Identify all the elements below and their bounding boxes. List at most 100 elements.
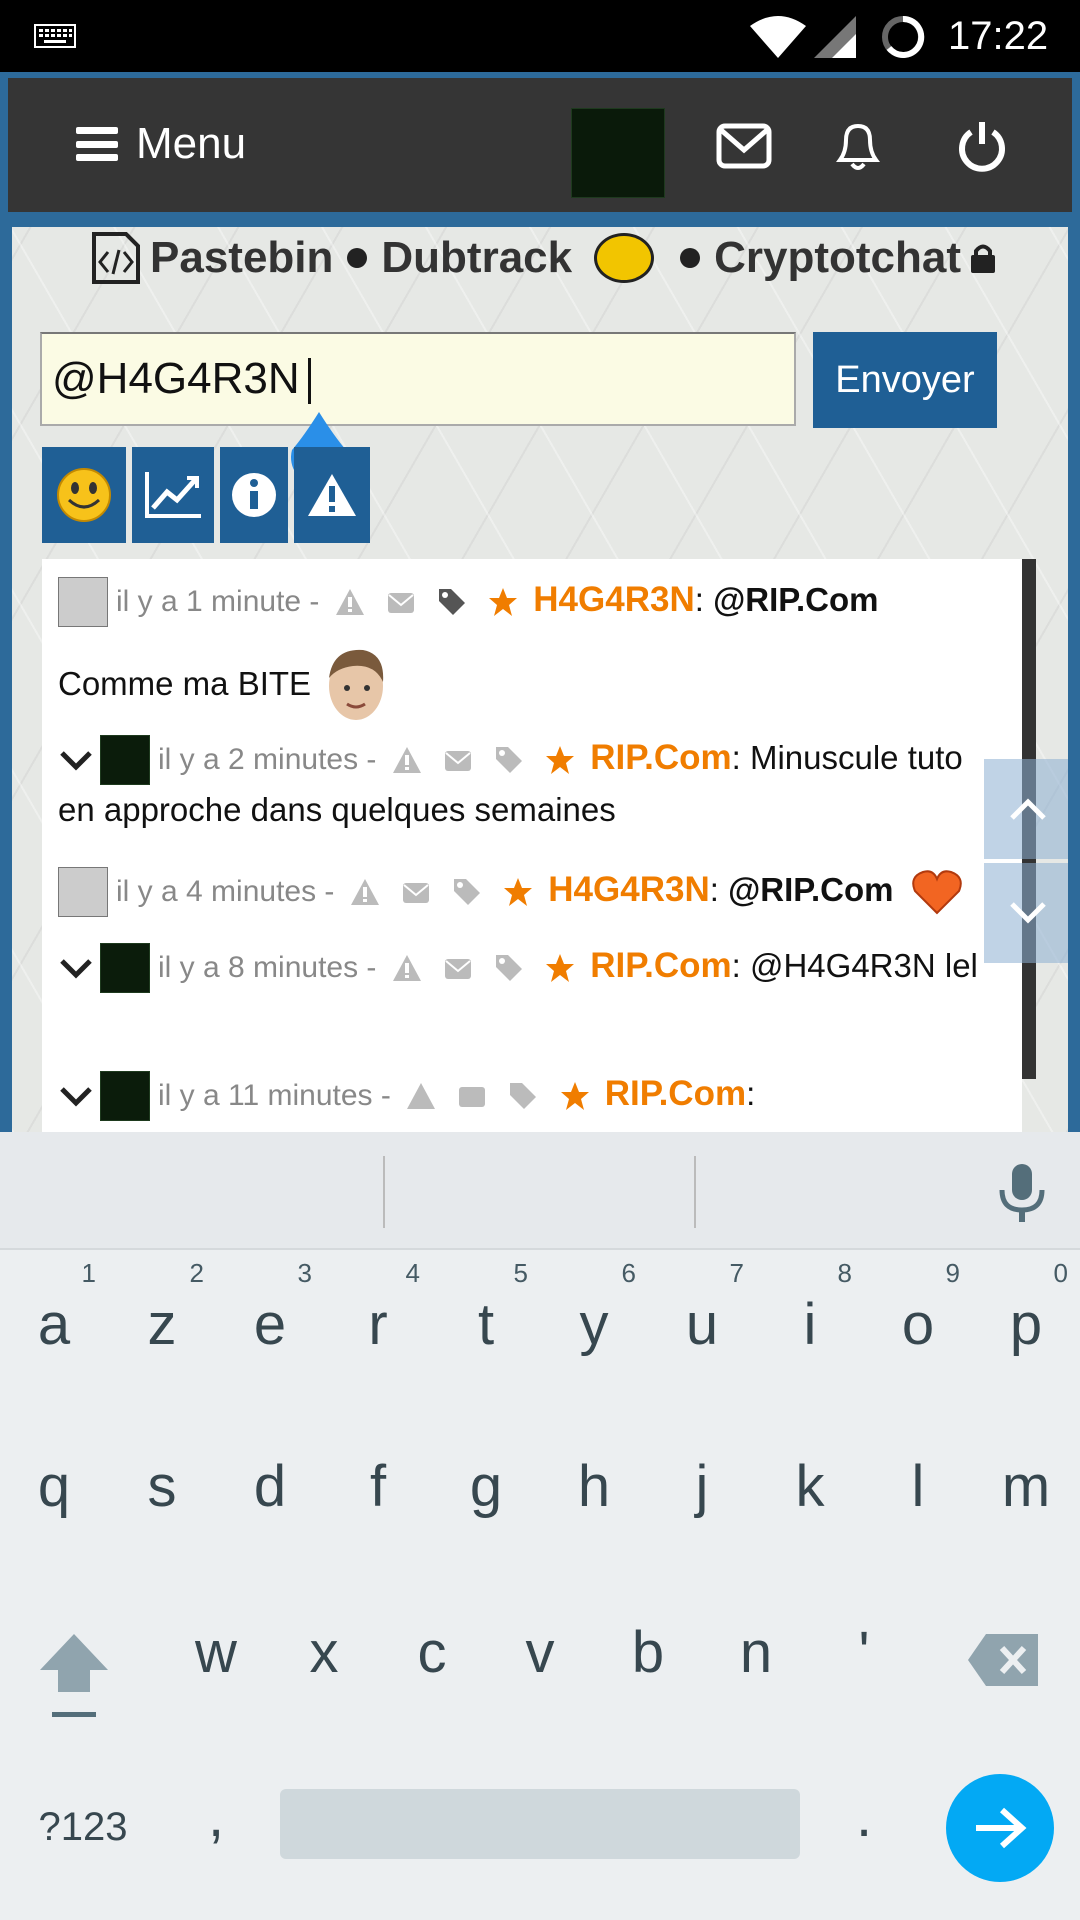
- warning-icon[interactable]: [350, 877, 380, 907]
- key-label: e: [253, 1292, 287, 1357]
- bell-icon[interactable]: [830, 120, 886, 172]
- key-f[interactable]: f: [324, 1412, 432, 1562]
- chevron-down-icon[interactable]: [58, 953, 94, 983]
- mail-icon[interactable]: [386, 587, 416, 617]
- scroll-down-button[interactable]: [984, 863, 1068, 963]
- cryptotchat-link[interactable]: Cryptotchat: [714, 233, 961, 283]
- chart-icon: [145, 472, 201, 518]
- key-w[interactable]: w: [162, 1578, 270, 1728]
- keyboard-icon: [34, 24, 76, 48]
- chevron-down-icon[interactable]: [58, 745, 94, 775]
- microphone-icon[interactable]: [996, 1162, 1048, 1224]
- symbols-key[interactable]: ?123: [28, 1752, 138, 1902]
- avatar[interactable]: [58, 867, 108, 918]
- key-l[interactable]: l: [864, 1412, 972, 1562]
- key-x[interactable]: x: [270, 1578, 378, 1728]
- key-hint: 6: [621, 1258, 636, 1288]
- tag-icon[interactable]: [452, 877, 482, 907]
- space-key[interactable]: [280, 1789, 800, 1859]
- enter-key[interactable]: [946, 1774, 1054, 1882]
- chat-messages: il y a 1 minute - H4G4R3N: @RIP.Com Comm…: [42, 559, 1022, 1132]
- key-p[interactable]: p0: [972, 1250, 1080, 1400]
- key-d[interactable]: d: [216, 1412, 324, 1562]
- key-e[interactable]: e3: [216, 1250, 324, 1400]
- shift-key[interactable]: [36, 1630, 112, 1722]
- message-input[interactable]: @H4G4R3N: [40, 332, 796, 426]
- username[interactable]: RIP.Com: [605, 1074, 746, 1113]
- key-v[interactable]: v: [486, 1578, 594, 1728]
- key-m[interactable]: m: [972, 1412, 1080, 1562]
- key-c[interactable]: c: [378, 1578, 486, 1728]
- key-a[interactable]: a1: [0, 1250, 108, 1400]
- mail-icon[interactable]: [401, 877, 431, 907]
- key-o[interactable]: o9: [864, 1250, 972, 1400]
- mention[interactable]: @RIP.Com: [713, 581, 878, 618]
- warning-icon[interactable]: [335, 587, 365, 617]
- tag-icon[interactable]: [437, 587, 467, 617]
- send-button[interactable]: Envoyer: [813, 332, 997, 428]
- username[interactable]: RIP.Com: [590, 946, 731, 985]
- key-j[interactable]: j: [648, 1412, 756, 1562]
- key-r[interactable]: r4: [324, 1250, 432, 1400]
- key-z[interactable]: z2: [108, 1250, 216, 1400]
- key-label: r: [368, 1292, 388, 1357]
- avatar[interactable]: [100, 1071, 150, 1122]
- warning-icon[interactable]: [392, 953, 422, 983]
- smiley-icon: [594, 233, 655, 283]
- user-avatar[interactable]: [571, 108, 665, 198]
- mail-icon[interactable]: [716, 120, 772, 172]
- key-q[interactable]: q: [0, 1412, 108, 1562]
- username[interactable]: H4G4R3N: [533, 580, 694, 619]
- key-y[interactable]: y6: [540, 1250, 648, 1400]
- chat-message: il y a 8 minutes - RIP.Com: @H4G4R3N lel: [58, 941, 1008, 994]
- key-label: i: [803, 1292, 817, 1357]
- key-label: u: [685, 1292, 719, 1357]
- report-button[interactable]: [294, 447, 370, 543]
- arrow-right-icon: [976, 1807, 1027, 1849]
- chevron-down-icon[interactable]: [58, 1081, 94, 1111]
- key-s[interactable]: s: [108, 1412, 216, 1562]
- power-icon[interactable]: [954, 120, 1010, 172]
- key-hint: 2: [189, 1258, 204, 1288]
- emoji-button[interactable]: [42, 447, 126, 543]
- mail-icon[interactable]: [443, 953, 473, 983]
- info-button[interactable]: [220, 447, 288, 543]
- avatar[interactable]: [100, 735, 150, 786]
- chat-message: il y a 4 minutes - H4G4R3N: @RIP.Com: [58, 865, 1008, 918]
- key-k[interactable]: k: [756, 1412, 864, 1562]
- menu-button[interactable]: Menu: [76, 116, 246, 172]
- scroll-up-button[interactable]: [984, 759, 1068, 859]
- comma-key[interactable]: ,: [162, 1742, 270, 1892]
- backspace-key[interactable]: [966, 1632, 1042, 1688]
- chat-message-body: Comme ma BITE: [58, 639, 1008, 729]
- mail-icon[interactable]: [443, 745, 473, 775]
- key-h[interactable]: h: [540, 1412, 648, 1562]
- avatar[interactable]: [58, 577, 108, 628]
- key-n[interactable]: n: [702, 1578, 810, 1728]
- key-t[interactable]: t5: [432, 1250, 540, 1400]
- warning-icon[interactable]: [406, 1081, 436, 1111]
- hamburger-icon: [76, 127, 118, 161]
- tag-icon[interactable]: [508, 1081, 538, 1111]
- username[interactable]: H4G4R3N: [548, 870, 709, 909]
- key-u[interactable]: u7: [648, 1250, 756, 1400]
- stats-button[interactable]: [132, 447, 214, 543]
- links-bar: Pastebin Dubtrack Cryptotchat: [90, 227, 997, 289]
- key-hint: 7: [729, 1258, 744, 1288]
- tag-icon[interactable]: [494, 953, 524, 983]
- warning-icon: [308, 474, 356, 516]
- key-b[interactable]: b: [594, 1578, 702, 1728]
- username[interactable]: RIP.Com: [590, 738, 731, 777]
- warning-icon[interactable]: [392, 745, 422, 775]
- tag-icon[interactable]: [494, 745, 524, 775]
- avatar[interactable]: [100, 943, 150, 994]
- pastebin-link[interactable]: Pastebin: [150, 233, 333, 283]
- dubtrack-link[interactable]: Dubtrack: [381, 233, 572, 283]
- period-key[interactable]: .: [810, 1742, 918, 1892]
- key-apostrophe[interactable]: ': [810, 1578, 918, 1728]
- key-g[interactable]: g: [432, 1412, 540, 1562]
- mail-icon[interactable]: [457, 1081, 487, 1111]
- mention[interactable]: @RIP.Com: [728, 871, 893, 908]
- soft-keyboard: a1z2e3r4t5y6u7i8o9p0 qsdfghjklm w x c v b n ' …: [0, 1132, 1080, 1920]
- key-i[interactable]: i8: [756, 1250, 864, 1400]
